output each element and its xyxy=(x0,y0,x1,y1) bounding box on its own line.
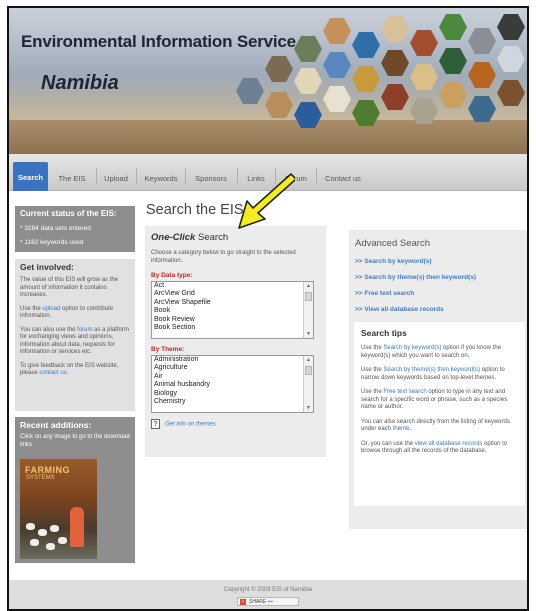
page-footer: Copyright © 2009 EIS of Namibia + SHARE ▪… xyxy=(9,580,527,609)
list-item[interactable]: Administration xyxy=(152,356,313,364)
one-click-heading: One-Click Search xyxy=(151,232,229,243)
search-by-theme-link[interactable]: >> Search by theme(s) then keyword(s) xyxy=(355,274,524,281)
tab-the-eis[interactable]: The EIS xyxy=(53,164,91,191)
search-tips-panel: Search tips Use the Search by keyword(s)… xyxy=(354,322,525,506)
scrollbar[interactable]: ▲ ▼ xyxy=(303,282,313,338)
recent-additions-panel: Recent additions: Click on any image to … xyxy=(15,417,135,563)
recent-publication-thumbnail[interactable]: FARMING SYSTEMS xyxy=(20,459,97,559)
data-type-label: By Data type: xyxy=(151,272,193,279)
tip-theme-list-link[interactable]: theme xyxy=(393,426,410,432)
list-item[interactable]: ArcView Shapefile xyxy=(152,299,313,307)
search-tips-heading: Search tips xyxy=(361,328,407,338)
status-heading: Current status of the EIS: xyxy=(20,209,117,218)
tab-upload[interactable]: Upload xyxy=(99,164,133,191)
one-click-description: Choose a category below to go straight t… xyxy=(151,250,296,264)
tip-3: Use the Free text search option to type … xyxy=(361,389,508,410)
themes-info-row: ? Get info on themes xyxy=(151,419,320,429)
page-title: Search the EIS xyxy=(146,202,244,218)
get-involved-text-3: You can also use the forum as a platform… xyxy=(20,326,129,356)
datasets-count: * 3284 data sets entered xyxy=(20,225,91,232)
theme-label: By Theme: xyxy=(151,346,185,353)
tab-contact-us[interactable]: Contact us xyxy=(319,164,367,191)
tip-2: Use the Search by theme(s) then keyword(… xyxy=(361,367,505,381)
banner-photo-tile xyxy=(265,92,293,118)
list-item[interactable]: Book xyxy=(152,307,313,315)
scrollbar[interactable]: ▲ ▼ xyxy=(303,356,313,412)
free-text-search-link[interactable]: >> Free text search xyxy=(355,290,524,297)
help-icon[interactable]: ? xyxy=(151,419,160,429)
site-title: Environmental Information Service xyxy=(21,32,296,51)
share-button[interactable]: + SHARE ▪▪▪ xyxy=(237,597,299,606)
search-by-keyword-link[interactable]: >> Search by keyword(s) xyxy=(355,258,524,265)
list-item[interactable]: Book Section xyxy=(152,324,313,332)
get-involved-text-4: To give feedback on the EIS website, ple… xyxy=(20,362,119,377)
list-item[interactable]: Animal husbandry xyxy=(152,381,313,389)
list-item[interactable]: Agriculture xyxy=(152,364,313,372)
cover-title: FARMING xyxy=(25,465,70,475)
advanced-search-panel: Advanced Search >> Search by keyword(s) … xyxy=(349,230,527,529)
site-subtitle: Namibia xyxy=(41,72,119,94)
list-item[interactable]: Biology xyxy=(152,390,313,398)
yellow-arrow-icon xyxy=(238,173,295,229)
themes-info-link[interactable]: Get info on themes xyxy=(165,422,216,428)
advanced-search-heading: Advanced Search xyxy=(355,238,430,249)
copyright-text: Copyright © 2009 EIS of Namibia xyxy=(223,587,313,593)
tip-5: Or, you can use the view all database re… xyxy=(361,440,508,455)
banner-landscape xyxy=(9,120,527,154)
tip-view-all-link[interactable]: view all database records xyxy=(415,441,483,447)
tip-1: Use the Search by keyword(s) option if y… xyxy=(361,345,502,359)
cover-subtitle: SYSTEMS xyxy=(26,475,55,481)
tip-free-text-link[interactable]: Free text search xyxy=(383,389,426,395)
tip-4: You can also search directly from the li… xyxy=(361,418,510,433)
social-icons: ▪▪▪ xyxy=(267,599,273,605)
scroll-down-icon[interactable]: ▼ xyxy=(304,330,313,338)
scroll-up-icon[interactable]: ▲ xyxy=(304,282,313,290)
list-item[interactable]: Act xyxy=(152,282,313,290)
contact-us-link[interactable]: contact us xyxy=(39,370,66,376)
upload-link[interactable]: upload xyxy=(42,306,60,312)
get-involved-text-1: The value of this EIS will grow as the a… xyxy=(20,277,119,298)
scrollbar-thumb[interactable] xyxy=(305,292,312,301)
left-sidebar: Current status of the EIS: * 3284 data s… xyxy=(15,206,135,563)
tip-keyword-link[interactable]: Search by keyword(s) xyxy=(383,345,441,351)
one-click-search-panel: One-Click Search Choose a category below… xyxy=(145,226,326,457)
get-involved-text-2: Use the upload option to contribute info… xyxy=(20,305,114,320)
theme-listbox[interactable]: Administration Agriculture Air Animal hu… xyxy=(151,355,314,413)
tab-search[interactable]: Search xyxy=(13,162,48,191)
scroll-up-icon[interactable]: ▲ xyxy=(304,356,313,364)
get-involved-panel: Get involved: The value of this EIS will… xyxy=(15,259,135,411)
view-all-records-link[interactable]: >> View all database records xyxy=(355,306,524,313)
scroll-down-icon[interactable]: ▼ xyxy=(304,404,313,412)
list-item[interactable]: Chemistry xyxy=(152,398,313,406)
status-panel: Current status of the EIS: * 3284 data s… xyxy=(15,206,135,252)
share-plus-icon: + xyxy=(240,599,246,605)
recent-additions-text: Click on any image to go to the download… xyxy=(20,434,130,448)
browser-page: Environmental Information Service Namibi… xyxy=(7,6,529,611)
banner-photo-tile xyxy=(468,96,496,122)
get-involved-heading: Get involved: xyxy=(20,262,74,272)
tab-sponsors[interactable]: Sponsors xyxy=(189,164,233,191)
forum-link[interactable]: forum xyxy=(77,327,92,333)
tip-theme-link[interactable]: Search by theme(s) then keyword(s) xyxy=(383,367,480,373)
header-banner: Environmental Information Service Namibi… xyxy=(9,8,527,154)
data-type-listbox[interactable]: Act ArcView Grid ArcView Shapefile Book … xyxy=(151,281,314,339)
keywords-count: * 1162 keywords used xyxy=(20,239,84,246)
list-item[interactable]: ArcView Grid xyxy=(152,290,313,298)
scrollbar-thumb[interactable] xyxy=(305,366,312,375)
recent-additions-heading: Recent additions: xyxy=(20,420,92,430)
list-item[interactable]: Book Review xyxy=(152,316,313,324)
list-item[interactable]: Air xyxy=(152,373,313,381)
tab-keywords[interactable]: Keywords xyxy=(139,164,183,191)
